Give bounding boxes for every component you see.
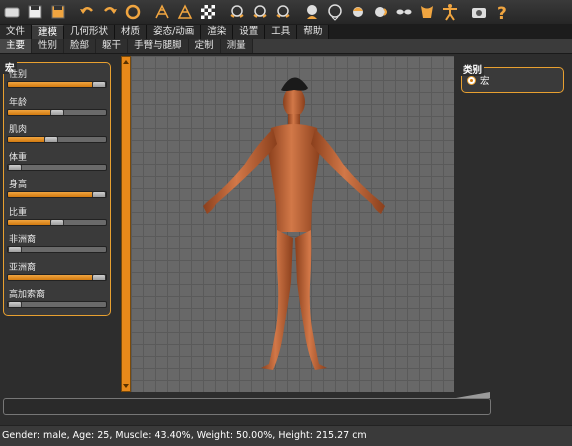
slider-track[interactable] <box>7 191 107 198</box>
slider-row: 肌肉 <box>7 125 107 143</box>
hat-icon <box>281 77 308 91</box>
slider-track[interactable] <box>7 273 107 281</box>
eyes-icon[interactable] <box>394 2 414 22</box>
slider-row: 非洲裔 <box>7 235 107 253</box>
tab-utilities[interactable]: 工具 <box>265 25 298 39</box>
undo-icon[interactable] <box>77 2 97 22</box>
slider-track[interactable] <box>7 218 107 226</box>
torso-icon[interactable] <box>417 2 437 22</box>
face-icon[interactable] <box>302 2 322 22</box>
head-icon[interactable] <box>325 2 345 22</box>
camera-icon[interactable] <box>469 2 489 22</box>
panel-scrollbar[interactable] <box>121 56 131 392</box>
slider-row: 身高 <box>7 180 107 198</box>
slider-track[interactable] <box>7 301 107 308</box>
slider-handle[interactable] <box>50 219 64 225</box>
slider-label: 高加索裔 <box>9 290 46 300</box>
side-view-icon[interactable] <box>273 2 293 22</box>
front-view-icon[interactable] <box>227 2 247 22</box>
slider-handle[interactable] <box>50 109 64 115</box>
svg-text:?: ? <box>497 4 507 21</box>
main-tab-bar: 文件 建模 几何形状 材质 姿态/动画 渲染 设置 工具 帮助 <box>0 24 572 39</box>
resize-grip-icon[interactable] <box>456 392 490 398</box>
log-bar <box>3 398 491 415</box>
slider-track[interactable] <box>7 163 107 171</box>
slider-label: 肌肉 <box>9 125 28 135</box>
slider-fill <box>8 82 99 87</box>
category-option-macro[interactable]: 宏 <box>467 73 490 87</box>
checker-icon[interactable] <box>198 2 218 22</box>
help-icon[interactable]: ? <box>492 2 512 22</box>
slider-handle[interactable] <box>92 274 106 280</box>
slider-track[interactable] <box>7 136 107 143</box>
tab-file[interactable]: 文件 <box>0 25 33 39</box>
subtab-torso[interactable]: 躯干 <box>96 39 129 53</box>
slider-handle[interactable] <box>8 302 22 307</box>
slider-track[interactable] <box>7 81 107 88</box>
slider-fill <box>8 192 99 197</box>
hair-icon[interactable] <box>348 2 368 22</box>
radio-selected-icon[interactable] <box>467 75 476 85</box>
back-view-icon[interactable] <box>250 2 270 22</box>
tab-pose-animation[interactable]: 姿态/动画 <box>147 25 202 39</box>
slider-handle[interactable] <box>8 164 22 170</box>
toolbar: ? <box>0 0 572 24</box>
3d-viewport[interactable] <box>131 56 454 392</box>
slider-row: 体重 <box>7 153 107 171</box>
slider-fill <box>8 274 99 280</box>
export-icon[interactable] <box>48 2 68 22</box>
mesh-icon[interactable] <box>175 2 195 22</box>
redo-icon[interactable] <box>100 2 120 22</box>
tab-modeling[interactable]: 建模 <box>32 25 65 39</box>
wireframe-icon[interactable] <box>152 2 172 22</box>
slider-handle[interactable] <box>8 247 22 252</box>
slider-track[interactable] <box>7 108 107 116</box>
scroll-down-icon[interactable] <box>123 383 129 389</box>
sub-tab-bar: 主要 性别 脸部 躯干 手臂与腿脚 定制 测量 <box>0 39 572 54</box>
slider-row: 比重 <box>7 208 107 226</box>
makehuman-window: ? 文件 建模 几何形状 材质 姿态/动画 渲染 设置 工具 帮助 主要 性别 … <box>0 0 572 446</box>
slider-label: 性别 <box>9 70 28 80</box>
tab-help[interactable]: 帮助 <box>297 25 330 39</box>
subtab-measure[interactable]: 测量 <box>220 39 253 53</box>
scroll-up-icon[interactable] <box>123 59 129 65</box>
slider-row: 年龄 <box>7 98 107 116</box>
reset-icon[interactable] <box>123 2 143 22</box>
slider-label: 年龄 <box>9 97 28 108</box>
status-bar: Gender: male, Age: 25, Muscle: 43.40%, W… <box>0 425 572 446</box>
subtab-gender[interactable]: 性别 <box>32 39 65 53</box>
slider-handle[interactable] <box>92 192 106 197</box>
tab-material[interactable]: 材质 <box>115 25 148 39</box>
slider-handle[interactable] <box>44 137 59 142</box>
pose-icon[interactable] <box>440 2 460 22</box>
slider-label: 非洲裔 <box>9 235 37 245</box>
subtab-face[interactable]: 脸部 <box>64 39 97 53</box>
human-model[interactable] <box>131 56 454 392</box>
subtab-custom[interactable]: 定制 <box>188 39 221 53</box>
slider-row: 性别 <box>7 70 107 88</box>
folder-icon[interactable] <box>2 2 22 22</box>
tab-settings[interactable]: 设置 <box>233 25 266 39</box>
slider-label: 身高 <box>9 180 28 190</box>
slider-label: 比重 <box>9 207 28 218</box>
slider-track[interactable] <box>7 246 107 253</box>
save-icon[interactable] <box>25 2 45 22</box>
category-option-label: 宏 <box>480 76 490 87</box>
slider-row: 高加索裔 <box>7 290 107 308</box>
subtab-arms-legs[interactable]: 手臂与腿脚 <box>128 39 189 53</box>
slider-handle[interactable] <box>92 82 106 87</box>
slider-row: 亚洲裔 <box>7 263 107 281</box>
ear-icon[interactable] <box>371 2 391 22</box>
slider-label: 亚洲裔 <box>9 262 37 273</box>
slider-label: 体重 <box>9 152 28 163</box>
subtab-main[interactable]: 主要 <box>0 39 33 53</box>
tab-geometry[interactable]: 几何形状 <box>64 25 116 39</box>
tab-render[interactable]: 渲染 <box>201 25 234 39</box>
